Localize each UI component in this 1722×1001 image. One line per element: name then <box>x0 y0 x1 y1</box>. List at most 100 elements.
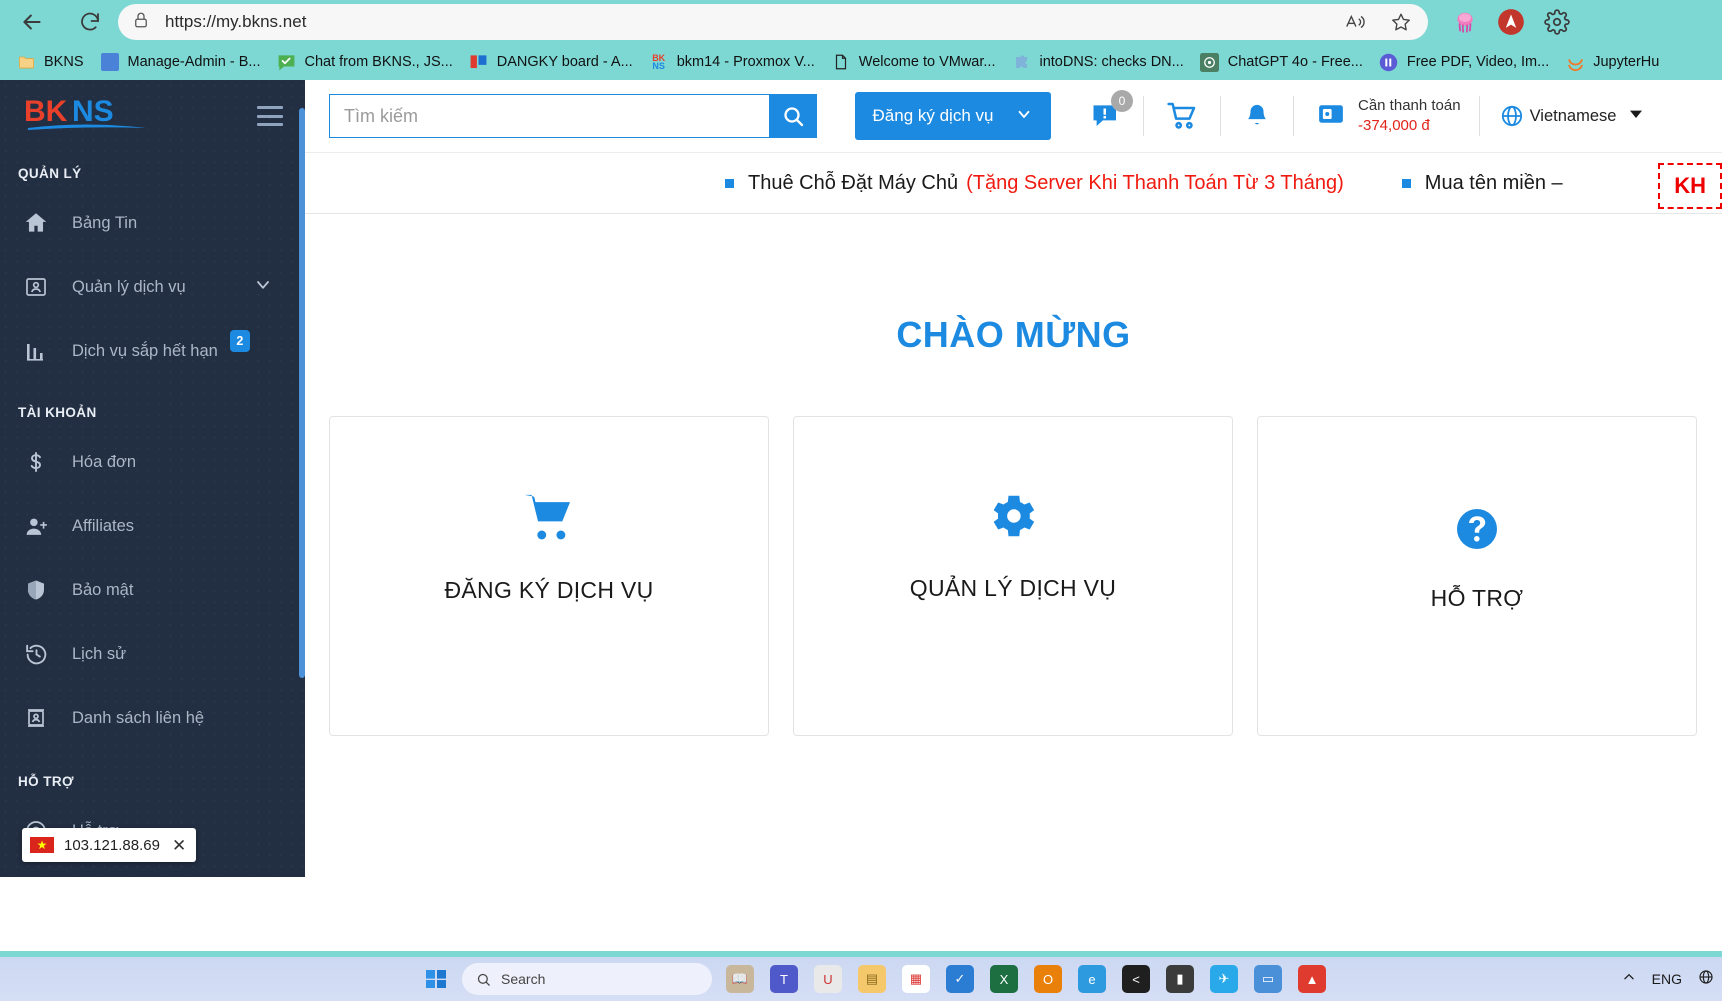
taskbar-search-box[interactable]: Search <box>462 963 712 995</box>
sidebar-item-label: Bảo mật <box>72 580 134 599</box>
bookmark-item[interactable]: Welcome to VMwar... <box>823 47 1004 77</box>
sidebar-item-dich-vu-sap-het-han[interactable]: Dịch vụ sắp hết hạn 2 <box>0 319 305 383</box>
bookmark-item[interactable]: DANGKY board - A... <box>461 47 641 77</box>
edge-icon[interactable]: e <box>1078 965 1106 993</box>
terminal-icon[interactable]: ▮ <box>1166 965 1194 993</box>
browser-chrome: https://my.bkns.net BKNS Manage-Admin - … <box>0 0 1722 80</box>
bookmark-label: Free PDF, Video, Im... <box>1406 54 1550 70</box>
search-button[interactable] <box>769 94 817 138</box>
bkns-logo[interactable]: BK NS <box>24 95 156 137</box>
bookmark-label: ChatGPT 4o - Free... <box>1227 54 1363 70</box>
monitor-icon[interactable]: ▭ <box>1254 965 1282 993</box>
address-bar[interactable]: https://my.bkns.net <box>118 4 1428 40</box>
card-dang-ky-dich-vu[interactable]: ĐĂNG KÝ DỊCH VỤ <box>329 416 769 736</box>
avast-extension-icon[interactable] <box>1494 5 1528 39</box>
teams-icon[interactable]: T <box>770 965 798 993</box>
sidebar-item-label: Affiliates <box>72 516 135 535</box>
book-icon[interactable]: 📖 <box>726 965 754 993</box>
bookmark-item[interactable]: Manage-Admin - B... <box>92 47 269 77</box>
back-button[interactable] <box>10 2 54 42</box>
main-content: CHÀO MỪNG ĐĂNG KÝ DỊCH VỤ QUẢN LÝ DỊCH V… <box>305 214 1722 877</box>
vscode-icon[interactable]: < <box>1122 965 1150 993</box>
dictionary-icon[interactable]: U <box>814 965 842 993</box>
tray-network-icon[interactable] <box>1698 969 1714 990</box>
card-ho-tro[interactable]: HỖ TRỢ <box>1257 416 1697 736</box>
chevron-down-icon <box>1015 105 1033 128</box>
page-viewport: BK NS QUẢN LÝ Bảng Tin Quản lý dịch vụ D… <box>0 80 1722 957</box>
outlook-icon[interactable]: O <box>1034 965 1062 993</box>
bookmark-item[interactable]: ChatGPT 4o - Free... <box>1192 47 1371 77</box>
settings-gear-icon[interactable] <box>1540 5 1574 39</box>
app-topbar: Đăng ký dịch vụ 0 Cần thanh toán -374,00… <box>305 80 1722 152</box>
messages-button[interactable]: 0 <box>1069 90 1143 138</box>
search-input[interactable] <box>329 94 769 138</box>
read-aloud-icon[interactable] <box>1340 9 1370 35</box>
question-circle-icon <box>1453 505 1501 553</box>
bookmark-item[interactable]: JupyterHu <box>1557 47 1667 77</box>
bookmark-item[interactable]: Chat from BKNS., JS... <box>268 47 460 77</box>
wallet-block[interactable]: Cần thanh toán -374,000 đ <box>1294 96 1479 136</box>
register-service-button[interactable]: Đăng ký dịch vụ <box>855 92 1051 140</box>
page-bottom-gap <box>0 877 1722 957</box>
sidebar-item-quan-ly-dich-vu[interactable]: Quản lý dịch vụ <box>0 255 305 319</box>
language-selector[interactable]: Vietnamese <box>1480 104 1645 128</box>
windows-start-icon[interactable] <box>424 967 448 991</box>
sidebar-section-title: QUẢN LÝ <box>18 166 82 181</box>
favorite-star-icon[interactable] <box>1386 9 1416 35</box>
bookmark-label: BKNS <box>44 54 84 70</box>
jellyfish-extension-icon[interactable] <box>1448 5 1482 39</box>
sidebar-item-bang-tin[interactable]: Bảng Tin <box>0 191 305 255</box>
taskbar-app-list: 📖 T U ▤ ▦ ✓ X O e < ▮ ✈ ▭ ▲ <box>726 965 1326 993</box>
card-label: HỖ TRỢ <box>1430 585 1524 611</box>
announcement-item[interactable]: Thuê Chỗ Đặt Máy Chủ (Tặng Server Khi Th… <box>725 172 1344 195</box>
sidebar-logo-row: BK NS <box>0 80 305 152</box>
url-text: https://my.bkns.net <box>165 12 307 31</box>
sidebar-item-danh-sach-lien-he[interactable]: Danh sách liên hệ <box>0 686 305 750</box>
language-label: Vietnamese <box>1529 106 1617 125</box>
tray-language-indicator[interactable]: ENG <box>1652 971 1682 987</box>
sidebar-item-bao-mat[interactable]: Bảo mật <box>0 558 305 622</box>
history-icon <box>20 642 52 667</box>
cart-button[interactable] <box>1144 94 1220 138</box>
telegram-icon[interactable]: ✈ <box>1210 965 1238 993</box>
sidebar-item-label: Hóa đơn <box>72 452 137 471</box>
bookmark-label: intoDNS: checks DN... <box>1039 54 1184 70</box>
tray-chevron-up-icon[interactable] <box>1622 970 1636 989</box>
sidebar-section-title: TÀI KHOẢN <box>18 405 97 420</box>
announcement-item[interactable]: Mua tên miền – <box>1401 172 1563 195</box>
promo-badge[interactable]: KH <box>1658 163 1722 209</box>
search-icon <box>476 972 491 987</box>
sidebar-item-lich-su[interactable]: Lịch sử <box>0 622 305 686</box>
bookmark-item[interactable]: Free PDF, Video, Im... <box>1371 47 1557 77</box>
blue-square-icon <box>100 52 120 72</box>
bullet-icon <box>725 178 734 188</box>
wallet-icon <box>1316 99 1346 134</box>
close-icon[interactable]: ✕ <box>172 837 186 854</box>
contact-card-icon <box>20 706 52 730</box>
excel-icon[interactable]: X <box>990 965 1018 993</box>
bookmark-item[interactable]: BKNS <box>8 47 92 77</box>
calendar-icon[interactable]: ▦ <box>902 965 930 993</box>
notifications-button[interactable] <box>1221 94 1293 138</box>
todo-icon[interactable]: ✓ <box>946 965 974 993</box>
green-chat-icon <box>276 52 296 72</box>
sidebar-item-hoa-don[interactable]: Hóa đơn <box>0 430 305 494</box>
chevron-down-icon <box>1628 106 1644 127</box>
dollar-icon <box>20 450 52 474</box>
folder-icon <box>16 52 36 72</box>
sidebar-item-label: Bảng Tin <box>72 213 138 232</box>
reload-button[interactable] <box>68 2 112 42</box>
sidebar-item-affiliates[interactable]: Affiliates <box>0 494 305 558</box>
bookmark-item[interactable]: BK NS bkm14 - Proxmox V... <box>641 47 823 77</box>
folder-icon[interactable]: ▤ <box>858 965 886 993</box>
vlc-icon[interactable]: ▲ <box>1298 965 1326 993</box>
browser-nav-row: https://my.bkns.net <box>0 0 1722 44</box>
page-title: CHÀO MỪNG <box>896 314 1131 355</box>
bookmark-item[interactable]: intoDNS: checks DN... <box>1003 47 1191 77</box>
ip-address-tooltip[interactable]: ★ 103.121.88.69 ✕ <box>22 828 197 862</box>
taskbar-search-placeholder: Search <box>501 971 546 987</box>
ip-address-text: 103.121.88.69 <box>64 836 160 854</box>
chevron-down-icon[interactable] <box>253 275 273 300</box>
hamburger-menu-icon[interactable] <box>257 106 283 126</box>
card-quan-ly-dich-vu[interactable]: QUẢN LÝ DỊCH VỤ <box>793 416 1233 736</box>
